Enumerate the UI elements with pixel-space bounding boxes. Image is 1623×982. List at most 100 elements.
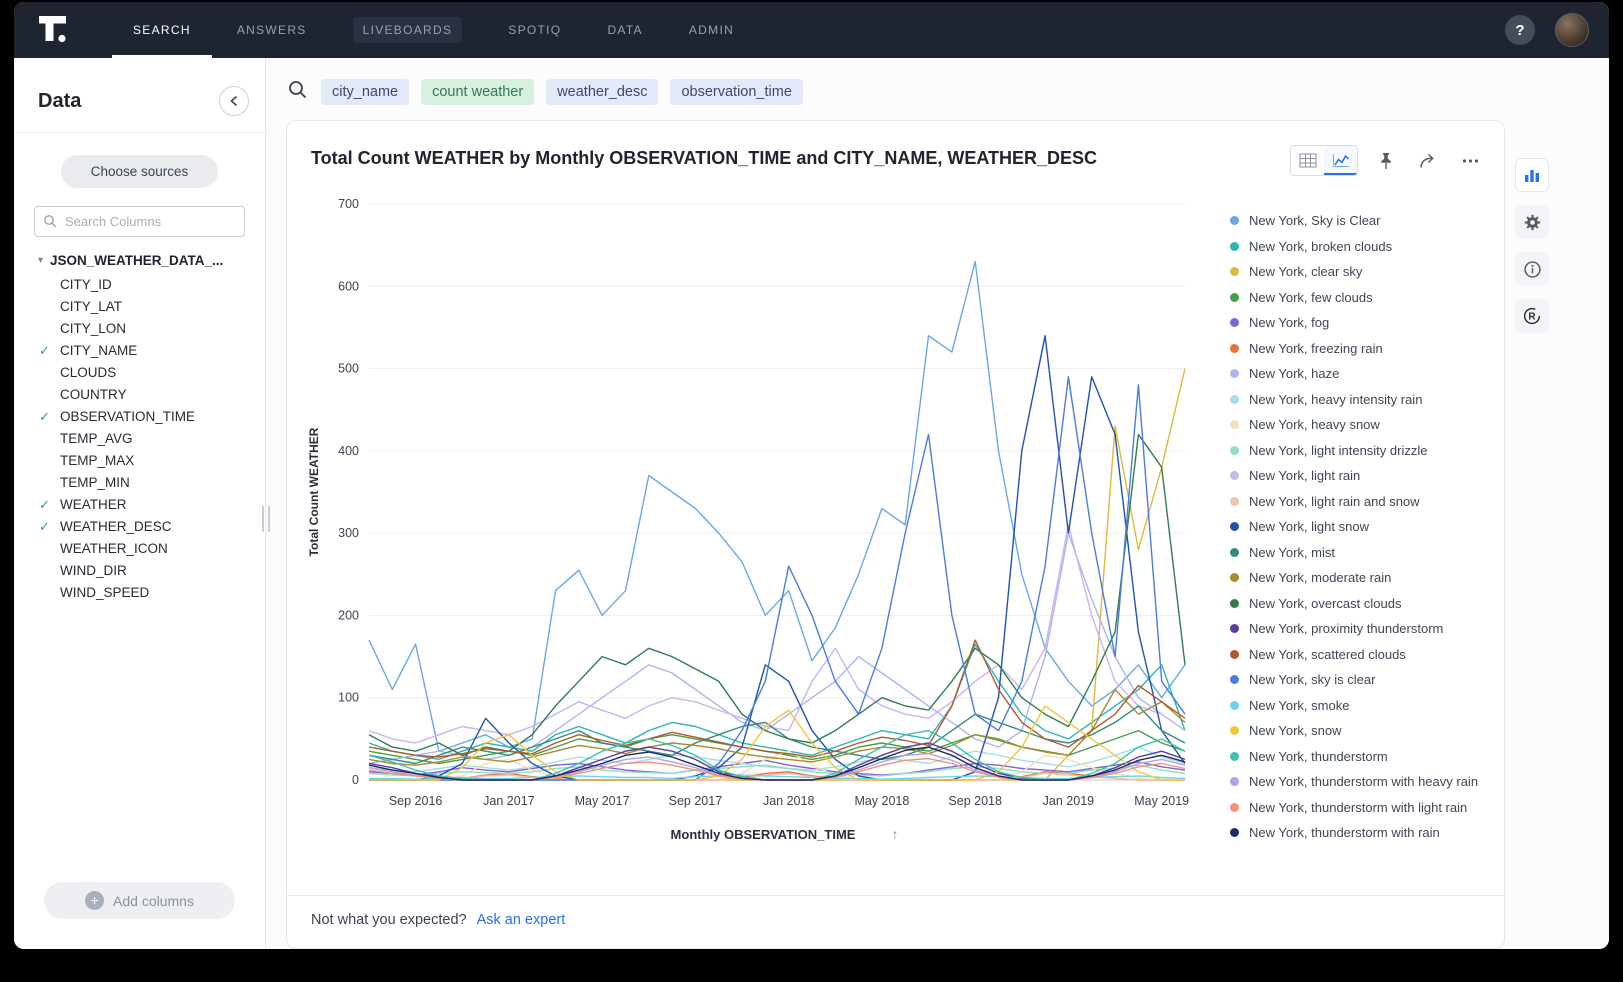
legend-item-new-york-mist[interactable]: New York, mist [1230,540,1494,566]
column-item-city-id[interactable]: CITY_ID [38,274,253,296]
column-label: CITY_ID [60,277,112,292]
legend-item-new-york-broken-clouds[interactable]: New York, broken clouds [1230,234,1494,260]
legend-item-new-york-fog[interactable]: New York, fog [1230,310,1494,336]
table-view-button[interactable] [1291,146,1324,175]
chart-wrap: 0100200300400500600700Sep 2016Jan 2017Ma… [305,180,1200,895]
info-button[interactable] [1515,252,1549,286]
nav-item-search[interactable]: SEARCH [110,2,214,58]
legend-item-new-york-overcast-clouds[interactable]: New York, overcast clouds [1230,591,1494,617]
answer-card: Total Count WEATHER by Monthly OBSERVATI… [286,120,1505,949]
column-item-weather-icon[interactable]: WEATHER_ICON [38,538,253,560]
check-icon: ✓ [39,340,50,362]
series-line-new-york-sky-is-clear[interactable] [369,262,1185,752]
panel-resize-handle[interactable] [262,506,270,532]
choose-sources-button[interactable]: Choose sources [61,155,219,188]
y-tick-label: 100 [338,691,359,705]
column-item-country[interactable]: COUNTRY [38,384,253,406]
legend-label: New York, mist [1249,545,1335,560]
chart-settings-button[interactable] [1515,205,1549,239]
check-icon: ✓ [39,406,50,428]
legend-item-new-york-thunderstorm[interactable]: New York, thunderstorm [1230,744,1494,770]
column-item-temp-avg[interactable]: TEMP_AVG [38,428,253,450]
search-token-count-weather[interactable]: count weather [421,79,534,105]
legend-label: New York, light rain and snow [1249,494,1420,509]
legend-item-new-york-thunderstorm-with-rain[interactable]: New York, thunderstorm with rain [1230,820,1494,846]
x-tick-label: Jan 2018 [763,794,814,808]
share-button[interactable] [1414,147,1442,175]
column-item-temp-max[interactable]: TEMP_MAX [38,450,253,472]
series-line-new-york-sky-is-clear[interactable] [369,377,1185,780]
column-label: TEMP_MIN [60,475,130,490]
legend-item-new-york-haze[interactable]: New York, haze [1230,361,1494,387]
column-search-input[interactable] [34,206,245,237]
legend-item-new-york-light-rain[interactable]: New York, light rain [1230,463,1494,489]
avatar[interactable] [1555,13,1589,47]
legend-item-new-york-heavy-snow[interactable]: New York, heavy snow [1230,412,1494,438]
legend-item-new-york-smoke[interactable]: New York, smoke [1230,693,1494,719]
series-line-new-york-light-rain[interactable] [369,525,1185,743]
x-tick-label: May 2017 [575,794,630,808]
column-item-weather-desc[interactable]: ✓WEATHER_DESC [38,516,253,538]
thoughtspot-logo[interactable] [36,13,96,47]
search-token-observation-time[interactable]: observation_time [670,79,802,105]
column-label: WEATHER_DESC [60,519,172,534]
chart-view-button[interactable] [1324,146,1357,175]
column-item-city-lon[interactable]: CITY_LON [38,318,253,340]
legend-item-new-york-moderate-rain[interactable]: New York, moderate rain [1230,565,1494,591]
legend-item-new-york-sky-is-clear[interactable]: New York, Sky is Clear [1230,208,1494,234]
legend-item-new-york-light-rain-and-snow[interactable]: New York, light rain and snow [1230,489,1494,515]
legend-item-new-york-heavy-intensity-rain[interactable]: New York, heavy intensity rain [1230,387,1494,413]
search-token-weather-desc[interactable]: weather_desc [546,79,658,105]
column-item-observation-time[interactable]: ✓OBSERVATION_TIME [38,406,253,428]
plus-icon: + [85,891,104,910]
legend-item-new-york-thunderstorm-with-heavy-rain[interactable]: New York, thunderstorm with heavy rain [1230,769,1494,795]
pin-button[interactable] [1372,147,1400,175]
legend-item-new-york-snow[interactable]: New York, snow [1230,718,1494,744]
add-columns-button[interactable]: + Add columns [44,882,235,919]
legend-item-new-york-proximity-thunderstorm[interactable]: New York, proximity thunderstorm [1230,616,1494,642]
sort-ascending-icon[interactable]: ↑ [891,826,898,842]
nav-item-data[interactable]: DATA [584,2,665,58]
change-visualization-button[interactable] [1515,158,1549,192]
nav-item-spotiq[interactable]: SPOTIQ [485,2,584,58]
search-bar[interactable]: city_name count weather weather_desc observ… [288,79,1583,105]
chart-svg[interactable]: 0100200300400500600700Sep 2016Jan 2017Ma… [305,180,1195,822]
x-axis-title-row: Monthly OBSERVATION_TIME ↑ [305,822,1200,850]
legend-item-new-york-thunderstorm-with-light-rain[interactable]: New York, thunderstorm with light rain [1230,795,1494,821]
column-item-wind-dir[interactable]: WIND_DIR [38,560,253,582]
column-item-city-lat[interactable]: CITY_LAT [38,296,253,318]
search-token-city-name[interactable]: city_name [321,79,409,105]
legend-item-new-york-light-intensity-drizzle[interactable]: New York, light intensity drizzle [1230,438,1494,464]
legend-item-new-york-scattered-clouds[interactable]: New York, scattered clouds [1230,642,1494,668]
column-item-weather[interactable]: ✓WEATHER [38,494,253,516]
legend-item-new-york-freezing-rain[interactable]: New York, freezing rain [1230,336,1494,362]
x-tick-label: Sep 2017 [669,794,723,808]
legend-dot [1230,522,1239,531]
nav-item-answers[interactable]: ANSWERS [214,2,330,58]
search-icon [288,80,307,104]
table-node[interactable]: ▾ JSON_WEATHER_DATA_... [38,253,253,268]
series-line-new-york-scattered-clouds[interactable] [369,640,1185,757]
legend-item-new-york-light-snow[interactable]: New York, light snow [1230,514,1494,540]
legend-dot [1230,752,1239,761]
ask-an-expert-link[interactable]: Ask an expert [477,912,566,928]
nav-right: ? [1505,13,1589,47]
legend-dot [1230,446,1239,455]
line-chart-icon [1332,153,1350,168]
collapse-panel-button[interactable] [219,86,249,116]
check-icon: ✓ [39,494,50,516]
legend-item-new-york-few-clouds[interactable]: New York, few clouds [1230,285,1494,311]
legend-dot [1230,497,1239,506]
help-button[interactable]: ? [1505,15,1535,45]
legend-item-new-york-clear-sky[interactable]: New York, clear sky [1230,259,1494,285]
column-item-temp-min[interactable]: TEMP_MIN [38,472,253,494]
r-analysis-button[interactable]: R [1515,299,1549,333]
column-item-city-name[interactable]: ✓CITY_NAME [38,340,253,362]
legend-dot [1230,777,1239,786]
more-options-button[interactable] [1456,147,1484,175]
nav-item-liveboards[interactable]: LIVEBOARDS [330,2,486,58]
nav-item-admin[interactable]: ADMIN [666,2,757,58]
column-item-clouds[interactable]: CLOUDS [38,362,253,384]
legend-item-new-york-sky-is-clear[interactable]: New York, sky is clear [1230,667,1494,693]
column-item-wind-speed[interactable]: WIND_SPEED [38,582,253,604]
